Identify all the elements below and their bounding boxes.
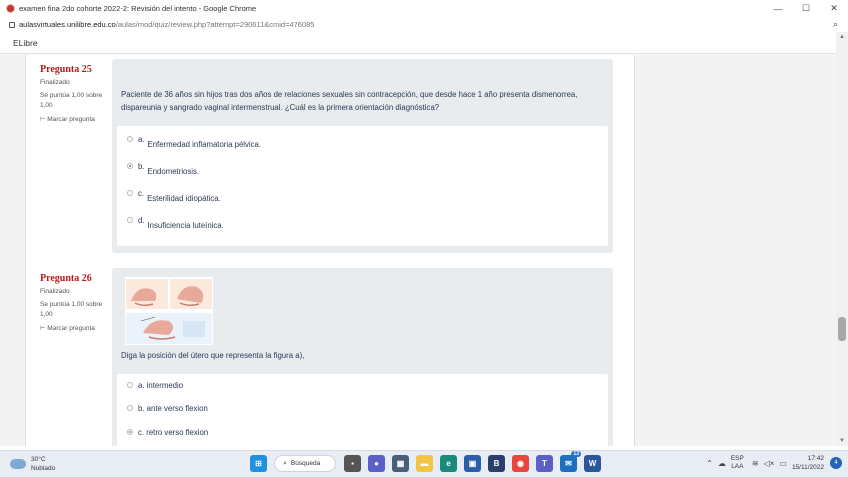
search-icon[interactable]: ⌕ xyxy=(833,19,838,30)
mail-badge: 13 xyxy=(571,451,581,457)
answer-option-b[interactable]: b. Endometriosis. xyxy=(127,162,199,176)
scroll-up-icon[interactable]: ▲ xyxy=(839,34,845,40)
cloud-icon xyxy=(10,459,26,469)
chrome-icon[interactable]: ◉ xyxy=(512,455,529,472)
url-host: aulasvirtuales.unilibre.edu.co xyxy=(19,20,116,29)
chat-icon[interactable]: ● xyxy=(368,455,385,472)
answer-list: a. Enfermedad inflamatoria pélvica. b. E… xyxy=(117,126,608,246)
volume-icon[interactable]: ◁× xyxy=(764,459,775,468)
site-name[interactable]: ELibre xyxy=(13,38,38,48)
language-indicator[interactable]: ESP LAA xyxy=(731,455,744,471)
question-text: Paciente de 36 años sin hijos tras dos a… xyxy=(121,90,578,112)
windows-start-icon[interactable]: ⊞ xyxy=(250,455,267,472)
radio-button-selected[interactable] xyxy=(127,163,133,169)
radio-button-selected[interactable] xyxy=(127,429,133,435)
page-content: Pregunta 25 Finalizado Se puntúa 1,00 so… xyxy=(0,55,836,446)
address-bar[interactable]: aulasvirtuales.unilibre.edu.co/aulas/mod… xyxy=(0,17,848,32)
flag-icon: ⊢ xyxy=(40,326,46,332)
close-button[interactable]: ✕ xyxy=(820,0,848,17)
scrollbar-thumb[interactable] xyxy=(838,317,846,341)
edge-icon[interactable]: e xyxy=(440,455,457,472)
taskbar-apps: ⊞ ⌕ Búsqueda ▪ ● ▦ ▬ e ▣ B ◉ T ✉ 13 W xyxy=(250,451,608,472)
wifi-icon[interactable]: ≋ xyxy=(752,459,759,468)
minimize-button[interactable]: — xyxy=(764,0,792,17)
radio-button[interactable] xyxy=(127,136,133,142)
question-number: Pregunta 26 xyxy=(40,273,92,284)
notification-count-badge[interactable]: 4 xyxy=(830,457,842,469)
quiz-review-column: Pregunta 25 Finalizado Se puntúa 1,00 so… xyxy=(25,55,635,446)
question-box-25: Paciente de 36 años sin hijos tras dos a… xyxy=(112,59,613,253)
temperature: 30°C xyxy=(31,456,46,463)
lock-icon xyxy=(9,21,15,28)
search-icon: ⌕ xyxy=(283,459,287,467)
weather-widget[interactable]: 30°C Nublado xyxy=(10,455,55,473)
b-app-icon[interactable]: B xyxy=(488,455,505,472)
site-favicon-icon xyxy=(6,4,15,13)
windows-taskbar: 30°C Nublado ⊞ ⌕ Búsqueda ▪ ● ▦ ▬ e ▣ B ◉ … xyxy=(0,450,848,477)
question-grade: Se puntúa 1,00 sobre 1,00 xyxy=(40,92,103,109)
question-state: Finalizado xyxy=(40,79,70,86)
question-grade: Se puntúa 1,00 sobre 1,00 xyxy=(40,301,103,318)
browser-titlebar: examen fina 2do cohorte 2022-2: Revisión… xyxy=(0,0,848,17)
onedrive-icon[interactable]: ☁ xyxy=(718,459,726,468)
window-title: examen fina 2do cohorte 2022-2: Revisión… xyxy=(19,4,257,13)
site-header: ELibre xyxy=(0,32,836,54)
question-box-26: Diga la posición del útero que represent… xyxy=(112,268,613,446)
question-number: Pregunta 25 xyxy=(40,64,92,75)
taskbar-search[interactable]: ⌕ Búsqueda xyxy=(274,455,336,472)
battery-icon[interactable]: ▭ xyxy=(779,459,787,468)
maximize-button[interactable]: ☐ xyxy=(792,0,820,17)
uterus-position-figure xyxy=(125,277,213,345)
weather-condition: Nublado xyxy=(31,465,56,472)
radio-button[interactable] xyxy=(127,217,133,223)
question-info-25: Pregunta 25 Finalizado Se puntúa 1,00 so… xyxy=(40,64,110,123)
flag-icon: ⊢ xyxy=(40,117,46,123)
file-explorer-icon[interactable]: ▬ xyxy=(416,455,433,472)
question-state: Finalizado xyxy=(40,288,70,295)
mail-icon[interactable]: ✉ 13 xyxy=(560,451,581,472)
answer-list: a. intermedio b. ante verso flexion c. r… xyxy=(117,374,608,446)
answer-option-d[interactable]: d. Insuficiencia luteínica. xyxy=(127,216,224,230)
url-text[interactable]: aulasvirtuales.unilibre.edu.co/aulas/mod… xyxy=(19,20,833,29)
radio-button[interactable] xyxy=(127,382,133,388)
flag-question-link[interactable]: ⊢ Marcar pregunta xyxy=(40,116,110,123)
store-icon[interactable]: ▣ xyxy=(464,455,481,472)
scroll-down-icon[interactable]: ▼ xyxy=(839,438,845,444)
page-scrollbar[interactable]: ▲ ▼ xyxy=(836,32,848,446)
radio-button[interactable] xyxy=(127,190,133,196)
answer-option-c[interactable]: c. retro verso flexion xyxy=(127,428,208,437)
answer-option-a[interactable]: a. Enfermedad inflamatoria pélvica. xyxy=(127,135,261,149)
system-tray: ⌃ ☁ ESP LAA ≋ ◁× ▭ 17:42 15/11/2022 4 xyxy=(706,454,842,472)
answer-option-a[interactable]: a. intermedio xyxy=(127,381,183,390)
teams-icon[interactable]: T xyxy=(536,455,553,472)
chevron-up-icon[interactable]: ⌃ xyxy=(706,459,713,468)
question-info-26: Pregunta 26 Finalizado Se puntúa 1,00 so… xyxy=(40,273,110,332)
uterus-diagram-image xyxy=(125,277,213,345)
url-path: /aulas/mod/quiz/review.php?attempt=29061… xyxy=(115,20,315,29)
answer-option-b[interactable]: b. ante verso flexion xyxy=(127,404,208,413)
flag-question-link[interactable]: ⊢ Marcar pregunta xyxy=(40,325,110,332)
word-icon[interactable]: W xyxy=(584,455,601,472)
question-text: Diga la posición del útero que represent… xyxy=(121,351,305,360)
radio-button[interactable] xyxy=(127,405,133,411)
clock[interactable]: 17:42 15/11/2022 xyxy=(792,454,824,472)
calculator-icon[interactable]: ▦ xyxy=(392,455,409,472)
task-view-icon[interactable]: ▪ xyxy=(344,455,361,472)
answer-option-c[interactable]: c. Esterilidad idiopática. xyxy=(127,189,221,203)
